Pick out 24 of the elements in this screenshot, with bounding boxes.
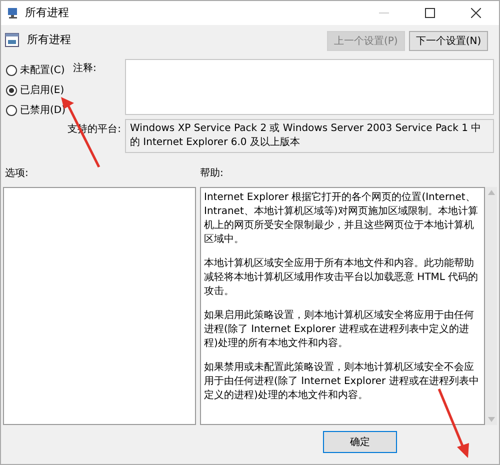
- window-title: 所有进程: [25, 4, 69, 21]
- radio-option[interactable]: 已禁用(D): [6, 103, 67, 117]
- maximize-icon[interactable]: [425, 8, 435, 18]
- comment-field[interactable]: [125, 59, 494, 115]
- radio-option[interactable]: 已启用(E): [6, 83, 67, 97]
- comment-label: 注释:: [72, 62, 98, 76]
- annotation-arrow: [438, 388, 469, 458]
- platform-field: Windows XP Service Pack 2 或 Windows Server 2003 Service Pack 1 中的 Internet Explorer 6.0 及以上版本: [125, 119, 494, 153]
- help-label: 帮助:: [200, 168, 224, 178]
- scroll-up-icon[interactable]: [488, 190, 494, 195]
- close-icon[interactable]: [471, 8, 481, 18]
- policy-title: 所有进程: [27, 32, 71, 48]
- help-paragraph: 本地计算机区域安全应用于所有本地文件和内容。此功能帮助减轻将本地计算机区域用作攻击平台以加载恶意 HTML 代码的攻击。: [204, 257, 480, 299]
- radio-option[interactable]: 未配置(C): [6, 63, 67, 77]
- help-paragraph: 如果启用此策略设置，则本地计算机区域安全将应用于由任何进程(除了 Internet Explorer 进程或在进程列表中定义的进程)处理的所有本地文件和内容。: [204, 309, 475, 351]
- help-paragraph: 如果禁用或未配置此策略设置，则本地计算机区域安全不会应用于由任何进程(除了 Internet Explorer 进程或在进程列表中定义的进程)处理的本地文件和内容。: [204, 361, 480, 403]
- app-icon: [7, 7, 19, 19]
- help-paragraph: Internet Explorer 根据它打开的各个网页的位置(Internet、Intranet、本地计算机区域等)对网页施加区域限制。本地计算机上的网页所受安全限制最少，并且这些网页位于本地计算机区域中。: [204, 191, 479, 247]
- scroll-down-icon[interactable]: [488, 417, 494, 422]
- next-setting-button[interactable]: 下一个设置(N): [408, 31, 488, 51]
- options-label: 选项:: [5, 168, 28, 178]
- scrollbar[interactable]: [485, 187, 497, 425]
- ok-button[interactable]: 确定: [323, 431, 397, 453]
- policy-icon: [5, 33, 19, 47]
